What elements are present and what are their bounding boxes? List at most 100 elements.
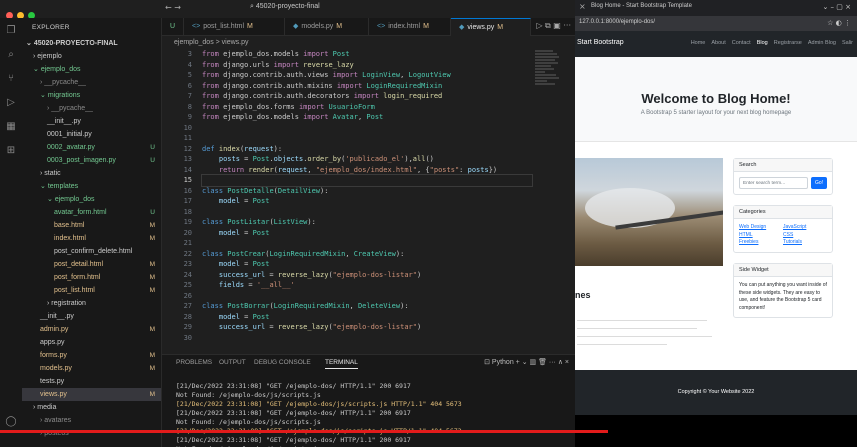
code-line[interactable] xyxy=(202,238,532,249)
tree-item[interactable]: ⌄ templates xyxy=(22,180,161,193)
nav-link[interactable]: Contact xyxy=(732,40,751,46)
tree-item[interactable]: models.py M xyxy=(22,362,161,375)
tree-item[interactable]: › avatares xyxy=(22,414,161,427)
category-link[interactable]: Web Design xyxy=(739,224,783,232)
tree-item[interactable]: post_form.html M xyxy=(22,271,161,284)
tree-item[interactable]: __init__.py xyxy=(22,310,161,323)
code-line[interactable]: fields = '__all__' xyxy=(202,280,532,291)
tree-item[interactable]: tests.py xyxy=(22,375,161,388)
code-line[interactable]: posts = Post.objects.order_by('publicado… xyxy=(202,154,532,165)
tree-item[interactable]: 0002_avatar.py U xyxy=(22,141,161,154)
editor-actions[interactable]: ▷ ⧉ ▣ ··· xyxy=(536,21,571,31)
nav-link[interactable]: Blog xyxy=(757,40,768,46)
tree-item[interactable]: ⌄ 45020-PROYECTO-FINAL xyxy=(22,37,161,50)
nav-link[interactable]: About xyxy=(711,40,725,46)
category-link[interactable]: Freebies xyxy=(739,239,783,247)
tree-item[interactable]: base.html M xyxy=(22,219,161,232)
code-line[interactable]: model = Post xyxy=(202,228,532,239)
editor-tab[interactable]: ◆ models.py M xyxy=(285,18,369,36)
breadcrumb[interactable]: ejemplo_dos > views.py xyxy=(162,36,575,49)
code-line[interactable]: class PostDetalle(DetailView): xyxy=(202,186,532,197)
tree-item[interactable]: › ejemplo xyxy=(22,50,161,63)
search-go-button[interactable]: Go! xyxy=(811,177,827,189)
tree-item[interactable]: post_list.html M xyxy=(22,284,161,297)
tree-item[interactable]: 0001_initial.py xyxy=(22,128,161,141)
code-line[interactable]: success_url = reverse_lazy("ejemplo-dos-… xyxy=(202,322,532,333)
remote-icon[interactable]: ⊞ xyxy=(0,138,22,162)
minimap[interactable] xyxy=(535,49,561,109)
files-icon[interactable]: ❐ xyxy=(0,18,22,42)
code-line[interactable]: from django.contrib.auth.decorators impo… xyxy=(202,91,532,102)
run-debug-icon[interactable]: ▷ xyxy=(0,90,22,114)
code-line[interactable] xyxy=(201,174,533,187)
editor-tab[interactable]: U xyxy=(162,18,184,36)
editor-tab[interactable]: <> index.html M xyxy=(369,18,451,36)
tree-item[interactable]: › __pycache__ xyxy=(22,102,161,115)
code-line[interactable]: class PostBorrar(LoginRequiredMixin, Del… xyxy=(202,301,532,312)
browser-tab-title[interactable]: Blog Home - Start Bootstrap Template xyxy=(591,3,692,9)
tree-item[interactable]: __init__.py xyxy=(22,115,161,128)
code-line[interactable]: return render(request, "ejemplo_dos/inde… xyxy=(202,165,532,176)
tree-item[interactable]: › media xyxy=(22,401,161,414)
tree-item[interactable]: views.py M xyxy=(22,388,161,401)
code-line[interactable] xyxy=(202,333,532,344)
nav-link[interactable]: Admin Blog xyxy=(808,40,836,46)
tree-item[interactable]: ⌄ ejemplo_dos xyxy=(22,63,161,76)
code-line[interactable]: from django.contrib.auth.mixins import L… xyxy=(202,81,532,92)
terminal-output[interactable]: [21/Dec/2022 23:31:08] "GET /ejemplo-dos… xyxy=(162,373,575,447)
code-line[interactable]: from ejemplo_dos.forms import UsuarioFor… xyxy=(202,102,532,113)
editor-tab[interactable]: <> post_list.html M xyxy=(184,18,285,36)
tree-item[interactable]: › __pycache__ xyxy=(22,76,161,89)
code-line[interactable]: from django.urls import reverse_lazy xyxy=(202,60,532,71)
panel-tab[interactable]: PROBLEMS xyxy=(176,359,212,366)
code-editor[interactable]: 3 4 5 6 7 8 9 10 11 12 13 14 15 16 17 18 19 20 21 22 23 24 25 2… xyxy=(162,49,575,354)
code-line[interactable]: success_url = reverse_lazy("ejemplo-dos-… xyxy=(202,270,532,281)
site-brand[interactable]: Start Bootstrap xyxy=(577,39,624,46)
window-title[interactable]: ⌕ 45020-proyecto-final xyxy=(250,3,320,11)
browser-window-controls[interactable]: ⌄ – ▢ × xyxy=(822,3,851,11)
nav-link[interactable]: Home xyxy=(691,40,706,46)
nav-link[interactable]: Salir xyxy=(842,40,853,46)
code-line[interactable]: from ejemplo_dos.models import Post xyxy=(202,49,532,60)
video-progress-bar[interactable] xyxy=(0,430,609,433)
code-line[interactable] xyxy=(202,291,532,302)
search-input[interactable]: Enter search term... xyxy=(739,177,808,189)
code-line[interactable]: model = Post xyxy=(202,196,532,207)
code-line[interactable]: model = Post xyxy=(202,312,532,323)
post-image[interactable] xyxy=(575,158,723,266)
category-link[interactable]: JavaScript xyxy=(783,224,827,232)
terminal-tools[interactable]: ⊡ Python + ⌄ ▥ 🗑 ··· ∧ × xyxy=(484,358,569,366)
code-line[interactable]: def index(request): xyxy=(202,144,532,155)
tree-item[interactable]: › registration xyxy=(22,297,161,310)
category-link[interactable]: CSS xyxy=(783,232,827,240)
extensions-icon[interactable]: ▦ xyxy=(0,114,22,138)
code-line[interactable]: class PostCrear(LoginRequiredMixin, Crea… xyxy=(202,249,532,260)
editor-tab[interactable]: ◆ views.py M xyxy=(451,18,531,36)
tree-item[interactable]: › posteos xyxy=(22,427,161,440)
code-line[interactable]: from django.contrib.auth.views import Lo… xyxy=(202,70,532,81)
close-tab-icon[interactable]: × xyxy=(579,2,586,11)
tree-item[interactable]: admin.py M xyxy=(22,323,161,336)
code-line[interactable] xyxy=(202,133,532,144)
tree-item[interactable]: ⌄ migrations xyxy=(22,89,161,102)
panel-tab[interactable]: OUTPUT xyxy=(219,359,246,366)
panel-tab[interactable]: TERMINAL xyxy=(325,359,358,369)
url-text[interactable]: 127.0.0.1:8000/ejemplo-dos/ xyxy=(579,19,655,25)
code-area[interactable]: from ejemplo_dos.models import Post from … xyxy=(201,49,533,344)
code-line[interactable]: model = Post xyxy=(202,259,532,270)
tree-item[interactable]: index.html M xyxy=(22,232,161,245)
category-link[interactable]: Tutorials xyxy=(783,239,827,247)
code-line[interactable] xyxy=(202,207,532,218)
nav-link[interactable]: Registrarse xyxy=(774,40,802,46)
tree-item[interactable]: post_detail.html M xyxy=(22,258,161,271)
post-title-partial[interactable]: nes xyxy=(575,290,591,300)
code-line[interactable]: from ejemplo_dos.models import Avatar, P… xyxy=(202,112,532,123)
address-bar[interactable]: 127.0.0.1:8000/ejemplo-dos/ ☆ ◐ ⋮ xyxy=(575,16,857,31)
search-icon[interactable]: ⌕ xyxy=(0,42,22,66)
nav-arrows-icon[interactable]: ← → xyxy=(165,3,181,12)
tree-item[interactable]: › static xyxy=(22,167,161,180)
code-line[interactable]: class PostListar(ListView): xyxy=(202,217,532,228)
tree-item[interactable]: apps.py xyxy=(22,336,161,349)
tree-item[interactable]: ⌄ ejemplo_dos xyxy=(22,193,161,206)
tree-item[interactable]: avatar_form.html U xyxy=(22,206,161,219)
